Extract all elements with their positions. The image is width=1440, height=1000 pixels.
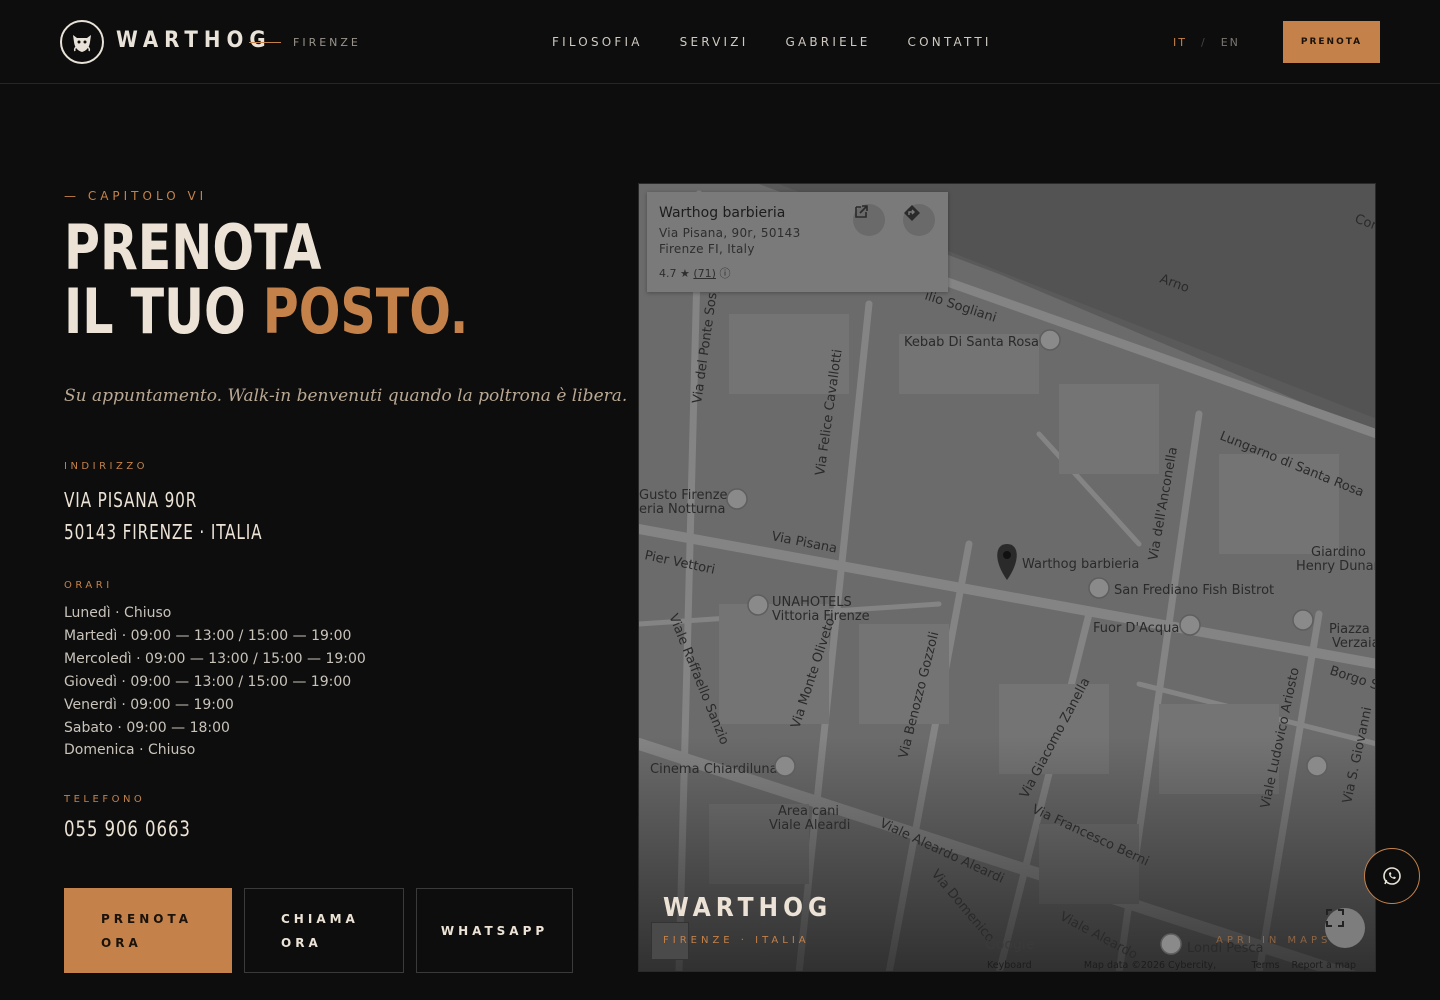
phone-label: TELEFONO <box>64 794 146 805</box>
top-navigation: WARTHOG FIRENZE FILOSOFIA SERVIZI GABRIE… <box>0 0 1440 84</box>
place-address: Via Pisana, 90r, 50143 Firenze FI, Italy <box>659 226 801 256</box>
main-menu: FILOSOFIA SERVIZI GABRIELE CONTATTI <box>552 35 992 49</box>
map-footer: Keyboard shortcuts Map data ©2026 Cyberc… <box>987 960 1375 971</box>
map-label-area-2: Viale Aleardi <box>769 818 850 833</box>
restaurant-pin-icon[interactable] <box>1179 614 1201 636</box>
map-label-piazza-2: Verzaia <box>1332 636 1376 651</box>
map-label-piazza-1: Piazza <box>1329 622 1370 637</box>
title-line-2b: POSTO. <box>262 275 469 348</box>
hours-row: Sabato · 09:00 — 18:00 <box>64 719 230 736</box>
nav-book-button[interactable]: PRENOTA <box>1283 21 1380 63</box>
map-label-una-1: UNAHOTELS <box>772 595 852 610</box>
hours-row: Lunedì · Chiuso <box>64 605 172 621</box>
section-eyebrow: — CAPITOLO VI <box>64 189 208 203</box>
open-in-maps-link[interactable]: APRI IN MAPS <box>1216 935 1331 946</box>
lang-it[interactable]: IT <box>1173 36 1187 49</box>
star-icon: ★ <box>680 267 690 280</box>
whatsapp-button[interactable]: WHATSAPP <box>416 888 573 973</box>
nav-link-contatti[interactable]: CONTATTI <box>908 35 992 49</box>
map-label-warthog: Warthog barbieria <box>1022 557 1139 572</box>
place-name[interactable]: Warthog barbieria <box>659 205 785 221</box>
lang-en[interactable]: EN <box>1221 36 1240 49</box>
title-line-2a: IL TUO <box>64 275 263 348</box>
page-title: PRENOTA IL TUO POSTO. <box>64 216 468 344</box>
map-label-giardino-1: Giardino <box>1311 545 1366 560</box>
map-label-gusto-1: Gusto Firenze <box>639 488 728 503</box>
brand-divider <box>249 42 281 43</box>
phone-number[interactable]: 055 906 0663 <box>64 817 191 841</box>
hours-list: Lunedì · Chiuso Martedì · 09:00 — 13:00 … <box>64 602 366 762</box>
map-overlay-city: FIRENZE · ITALIA <box>663 935 810 946</box>
map-embed[interactable]: Arno ilio Sogliani Kebab Di Santa Rosa V… <box>638 183 1376 972</box>
keyboard-shortcuts-link[interactable]: Keyboard shortcuts <box>987 960 1072 971</box>
hours-row: Mercoledì · 09:00 — 13:00 / 15:00 — 19:0… <box>64 650 366 667</box>
address-line-1: VIA PISANA 90R <box>64 488 198 512</box>
fullscreen-icon[interactable] <box>1325 908 1365 948</box>
map-data-credit: Map data ©2026 Cybercity, Google <box>1083 960 1217 971</box>
review-count[interactable]: (71) <box>693 267 716 280</box>
place-rating[interactable]: 4.7 ★ (71) ⓘ <box>659 265 730 281</box>
nav-link-filosofia[interactable]: FILOSOFIA <box>552 35 643 49</box>
map-label-fish: San Frediano Fish Bistrot <box>1114 583 1274 598</box>
hours-row: Martedì · 09:00 — 13:00 / 15:00 — 19:00 <box>64 627 352 644</box>
map-label-fuor: Fuor D'Acqua <box>1093 621 1179 636</box>
map-label-gusto-2: eria Notturna <box>639 502 726 517</box>
hours-label: ORARI <box>64 580 113 591</box>
map-label-cinema: Cinema Chiardiluna <box>650 762 778 777</box>
hours-row: Giovedì · 09:00 — 13:00 / 15:00 — 19:00 <box>64 673 352 690</box>
lead-text: Su appuntamento. Walk-in benvenuti quand… <box>64 386 628 406</box>
warthog-logo-icon[interactable] <box>60 20 104 64</box>
hours-row: Domenica · Chiuso <box>64 742 196 759</box>
restaurant-pin-icon[interactable] <box>1306 755 1328 777</box>
call-label-2: ORA <box>281 935 322 950</box>
restaurant-pin-icon[interactable] <box>1088 577 1110 599</box>
address-label: INDIRIZZO <box>64 461 149 472</box>
terms-link[interactable]: Terms <box>1252 960 1280 971</box>
restaurant-pin-icon[interactable] <box>1039 329 1061 351</box>
title-line-1: PRENOTA <box>64 211 322 284</box>
book-label-1: PRENOTA <box>101 911 193 926</box>
directions-icon[interactable] <box>903 204 935 236</box>
shop-pin-icon[interactable] <box>1160 933 1182 955</box>
address-block: VIA PISANA 90R 50143 FIRENZE · ITALIA <box>64 484 262 548</box>
restaurant-pin-icon[interactable] <box>1292 609 1314 631</box>
report-error-link[interactable]: Report a map error <box>1292 960 1375 971</box>
brand-name[interactable]: WARTHOG <box>116 28 272 53</box>
call-label-1: CHIAMA <box>281 911 359 926</box>
whatsapp-float-icon[interactable] <box>1364 848 1420 904</box>
place-info-card[interactable]: Warthog barbieria Via Pisana, 90r, 50143… <box>647 192 948 292</box>
map-canvas[interactable]: Arno ilio Sogliani Kebab Di Santa Rosa V… <box>639 184 1376 972</box>
language-switcher: IT / EN <box>1173 36 1240 49</box>
nav-link-gabriele[interactable]: GABRIELE <box>785 35 870 49</box>
book-label-2: ORA <box>101 935 142 950</box>
map-label-giardino-2: Henry Dunant <box>1296 559 1376 574</box>
address-line-2: 50143 FIRENZE · ITALIA <box>64 520 263 544</box>
restaurant-pin-icon[interactable] <box>726 488 748 510</box>
map-label-kebab: Kebab Di Santa Rosa <box>904 335 1039 350</box>
map-label-una-2: Vittoria Firenze <box>772 609 870 624</box>
book-now-button[interactable]: PRENOTA ORA <box>64 888 232 973</box>
hours-row: Venerdì · 09:00 — 19:00 <box>64 696 234 713</box>
google-logo: Google <box>985 937 1035 953</box>
rating-value: 4.7 <box>659 267 677 280</box>
call-now-button[interactable]: CHIAMA ORA <box>244 888 404 973</box>
map-label-area-1: Area cani <box>778 804 839 819</box>
brand-city: FIRENZE <box>293 36 361 49</box>
open-external-icon[interactable] <box>853 204 885 236</box>
cinema-pin-icon[interactable] <box>774 755 796 777</box>
nav-link-servizi[interactable]: SERVIZI <box>680 35 749 49</box>
lang-separator: / <box>1200 36 1207 49</box>
info-icon[interactable]: ⓘ <box>719 267 730 280</box>
hotel-pin-icon[interactable] <box>747 594 769 616</box>
map-overlay-brand: WARTHOG <box>663 893 833 923</box>
